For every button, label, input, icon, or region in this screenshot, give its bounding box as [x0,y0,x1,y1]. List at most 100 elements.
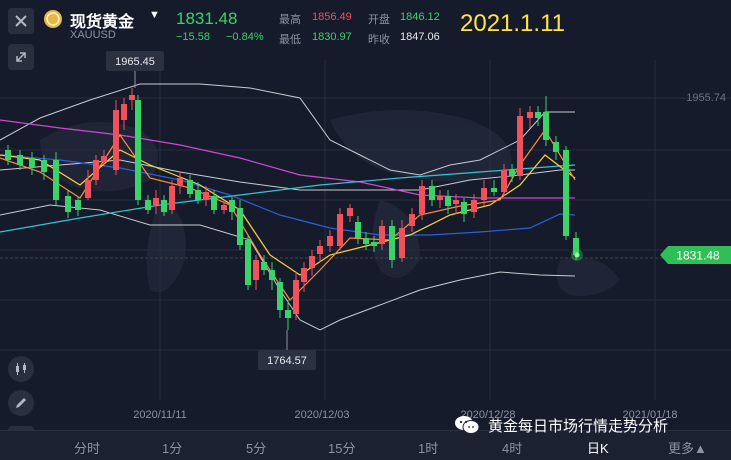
candle-body [253,260,259,280]
watermark: 黄金每日市场行情走势分析 [454,412,728,438]
candle-body [437,196,443,200]
candle-body [41,160,47,172]
candle-body [491,188,497,192]
candle-body [509,170,515,176]
candle-body [285,310,291,318]
candle-body [169,186,175,210]
candle-body [379,226,385,244]
candle-body [161,200,167,212]
tab-more[interactable]: 更多▲ [668,438,707,457]
candle-body [85,180,91,198]
x-tick: 2020/12/03 [294,409,349,421]
candle-body [29,158,35,168]
candle-body [177,178,183,185]
candle-body [121,104,127,120]
world-map-background [40,110,620,296]
candle-body [389,226,395,260]
pen-icon[interactable] [8,390,34,416]
candle-body [145,200,151,210]
high-label: 最高 [279,14,301,26]
candle-body [153,198,159,205]
tab-5min[interactable]: 5分 [246,438,266,457]
candle-body [317,246,323,254]
candle-body [5,150,11,160]
instrument-symbol: XAUUSD [70,29,116,41]
candlestick-chart[interactable]: 1965.45 1764.57 1955.74 1831.48 2020/11/… [0,48,731,428]
wechat-icon [454,414,480,436]
candle-body [371,242,377,246]
candle-body [527,112,533,118]
candle-body [203,192,209,200]
candle-body [517,116,523,176]
candle-body [195,190,201,200]
candle-body [277,282,283,310]
candle-body [221,205,227,210]
current-price-tag-text: 1831.48 [676,249,720,263]
candle-body [337,214,343,246]
candle-body [269,270,275,280]
top-bar: 现货黄金 ▼ XAUUSD 1831.48 −15.58 −0.84% 最高 1… [0,0,731,48]
close-icon[interactable] [8,8,34,34]
candle-body [309,256,315,268]
high-value: 1856.49 [312,11,352,23]
gold-coin-icon [44,10,62,28]
candle-body [409,214,415,226]
current-price: 1831.48 [176,9,238,28]
x-tick: 2020/11/11 [133,409,186,421]
candle-body [187,180,193,194]
watermark-text: 黄金每日市场行情走势分析 [488,417,669,435]
candle-body [355,222,361,238]
prev-close-label: 昨收 [368,34,390,46]
candle-body [429,186,435,200]
right-axis-top-label: 1955.74 [686,92,726,104]
bollinger-bands [0,83,576,331]
candle-body [17,155,23,165]
candle-body [553,142,559,152]
candle-body [75,200,81,210]
tab-1hour[interactable]: 1时 [418,438,438,457]
candle-body [563,150,569,236]
tab-1min[interactable]: 1分 [162,438,182,457]
candle-body [101,156,107,162]
candle-body [453,200,459,204]
min-price-label: 1764.57 [267,355,307,367]
candle-body [53,160,59,200]
tab-fenshi[interactable]: 分时 [74,438,100,457]
last-price-dot [574,252,580,258]
candle-body [327,236,333,246]
date-stamp: 2021.1.11 [460,10,565,37]
candle-body [419,186,425,214]
candle-body [347,208,353,216]
tab-4hour[interactable]: 4时 [502,438,522,457]
candle-body [363,238,369,244]
candle-body [481,188,487,200]
candlestick-tool-icon[interactable] [8,356,34,382]
candle-body [65,196,71,212]
open-value: 1846.12 [400,11,440,23]
candle-body [261,262,267,270]
low-label: 最低 [279,34,301,46]
tab-15min[interactable]: 15分 [328,438,355,457]
max-price-label: 1965.45 [115,56,155,68]
candle-body [229,200,235,212]
candle-body [129,95,135,100]
candle-body [237,208,243,245]
low-value: 1830.97 [312,31,352,43]
candle-body [245,240,251,285]
candle-body [113,110,119,170]
candle-body [293,280,299,314]
candle-body [399,228,405,258]
candle-body [301,268,307,282]
dropdown-arrow-icon[interactable]: ▼ [149,9,160,21]
tab-daily[interactable]: 日K [587,438,609,457]
candle-body [135,100,141,200]
candle-body [471,200,477,212]
open-label: 开盘 [368,14,390,26]
candle-body [211,196,217,210]
candle-body [535,112,541,118]
price-change-percent: −0.84% [226,31,264,43]
candle-body [461,202,467,214]
candle-body [543,112,549,140]
prev-close-value: 1847.06 [400,31,440,43]
price-change: −15.58 [176,31,210,43]
